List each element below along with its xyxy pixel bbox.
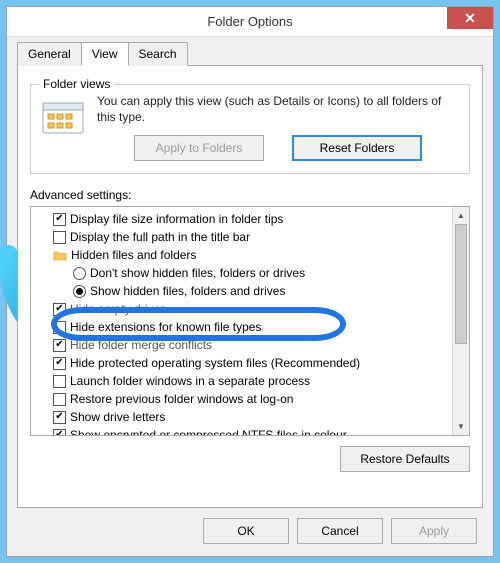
list-item[interactable]: Restore previous folder windows at log-o…: [35, 390, 448, 408]
list-item[interactable]: Hidden files and folders: [35, 246, 448, 264]
content-area: General View Search Folder views: [7, 37, 493, 556]
list-item[interactable]: Hide extensions for known file types: [35, 318, 448, 336]
list-item[interactable]: Don't show hidden files, folders or driv…: [35, 264, 448, 282]
list-item-label: Show drive letters: [70, 410, 165, 424]
advanced-settings-label: Advanced settings:: [30, 188, 470, 202]
cancel-button[interactable]: Cancel: [297, 518, 383, 544]
close-icon: ✕: [464, 10, 476, 27]
list-item-label: Display the full path in the title bar: [70, 230, 250, 244]
tab-panel-view: Folder views You: [17, 65, 483, 508]
screenshot-frame: Folder Options ✕ General View Search Fol…: [0, 0, 500, 563]
folder-options-dialog: Folder Options ✕ General View Search Fol…: [6, 6, 494, 557]
titlebar: Folder Options ✕: [7, 7, 493, 37]
list-item-label: Hide extensions for known file types: [70, 320, 261, 334]
list-item[interactable]: ✔ Show encrypted or compressed NTFS files…: [35, 426, 448, 435]
ok-button[interactable]: OK: [203, 518, 289, 544]
scroll-up-arrow-icon[interactable]: ▲: [453, 207, 469, 224]
checkbox-icon[interactable]: ✔: [53, 357, 66, 370]
list-item[interactable]: ✔ Display file size information in folder…: [35, 210, 448, 228]
folder-views-label: Folder views: [39, 77, 114, 91]
list-item-label: Display file size information in folder …: [70, 212, 283, 226]
list-item-label: Hide folder merge conflicts: [70, 338, 212, 352]
close-button[interactable]: ✕: [447, 7, 493, 29]
scroll-down-arrow-icon[interactable]: ▼: [453, 418, 469, 435]
folder-views-description: You can apply this view (such as Details…: [97, 93, 459, 125]
list-item-label: Launch folder windows in a separate proc…: [70, 374, 310, 388]
list-item-label: Hide protected operating system files (R…: [70, 356, 360, 370]
advanced-settings-list-inner: ✔ Display file size information in folder…: [31, 207, 452, 435]
radio-icon[interactable]: [73, 267, 86, 280]
advanced-settings-list[interactable]: ✔ Display file size information in folder…: [30, 206, 470, 436]
folder-views-body: You can apply this view (such as Details…: [41, 93, 459, 161]
checkbox-icon[interactable]: [53, 375, 66, 388]
radio-icon[interactable]: [73, 285, 86, 298]
list-item[interactable]: ✔ Hide empty drives: [35, 300, 448, 318]
folder-views-buttons: Apply to Folders Reset Folders: [97, 135, 459, 161]
folder-views-group: Folder views You: [30, 84, 470, 174]
checkbox-icon[interactable]: ✔: [53, 213, 66, 226]
dialog-buttons: OK Cancel Apply: [17, 508, 483, 546]
list-item[interactable]: Display the full path in the title bar: [35, 228, 448, 246]
list-item-label: Hidden files and folders: [71, 248, 196, 262]
checkbox-icon[interactable]: [53, 393, 66, 406]
folder-views-icon: [41, 97, 85, 137]
list-item[interactable]: ✔ Hide protected operating system files (…: [35, 354, 448, 372]
list-item[interactable]: Launch folder windows in a separate proc…: [35, 372, 448, 390]
scroll-thumb[interactable]: [455, 224, 467, 344]
list-item-label: Show hidden files, folders and drives: [90, 284, 285, 298]
list-item-label: Don't show hidden files, folders or driv…: [90, 266, 305, 280]
list-item[interactable]: ✔ Hide folder merge conflicts: [35, 336, 448, 354]
apply-to-folders-button: Apply to Folders: [134, 135, 264, 161]
folder-icon: [53, 249, 67, 261]
list-item[interactable]: Show hidden files, folders and drives: [35, 282, 448, 300]
window-title: Folder Options: [207, 14, 292, 29]
checkbox-icon[interactable]: [53, 321, 66, 334]
checkbox-icon[interactable]: [53, 231, 66, 244]
tab-search[interactable]: Search: [128, 42, 188, 66]
list-item-label: Restore previous folder windows at log-o…: [70, 392, 293, 406]
tab-strip: General View Search: [17, 41, 483, 65]
restore-defaults-row: Restore Defaults: [30, 446, 470, 472]
tab-view[interactable]: View: [81, 42, 129, 66]
apply-button: Apply: [391, 518, 477, 544]
list-item-label: Show encrypted or compressed NTFS files …: [70, 428, 347, 435]
checkbox-icon[interactable]: ✔: [53, 339, 66, 352]
list-item-label: Hide empty drives: [70, 302, 166, 316]
list-item[interactable]: ✔ Show drive letters: [35, 408, 448, 426]
scrollbar[interactable]: ▲ ▼: [452, 207, 469, 435]
checkbox-icon[interactable]: ✔: [53, 303, 66, 316]
checkbox-icon[interactable]: ✔: [53, 429, 66, 436]
checkbox-icon[interactable]: ✔: [53, 411, 66, 424]
folder-views-right: You can apply this view (such as Details…: [97, 93, 459, 161]
reset-folders-button[interactable]: Reset Folders: [292, 135, 422, 161]
restore-defaults-button[interactable]: Restore Defaults: [340, 446, 470, 472]
tab-general[interactable]: General: [17, 42, 82, 66]
